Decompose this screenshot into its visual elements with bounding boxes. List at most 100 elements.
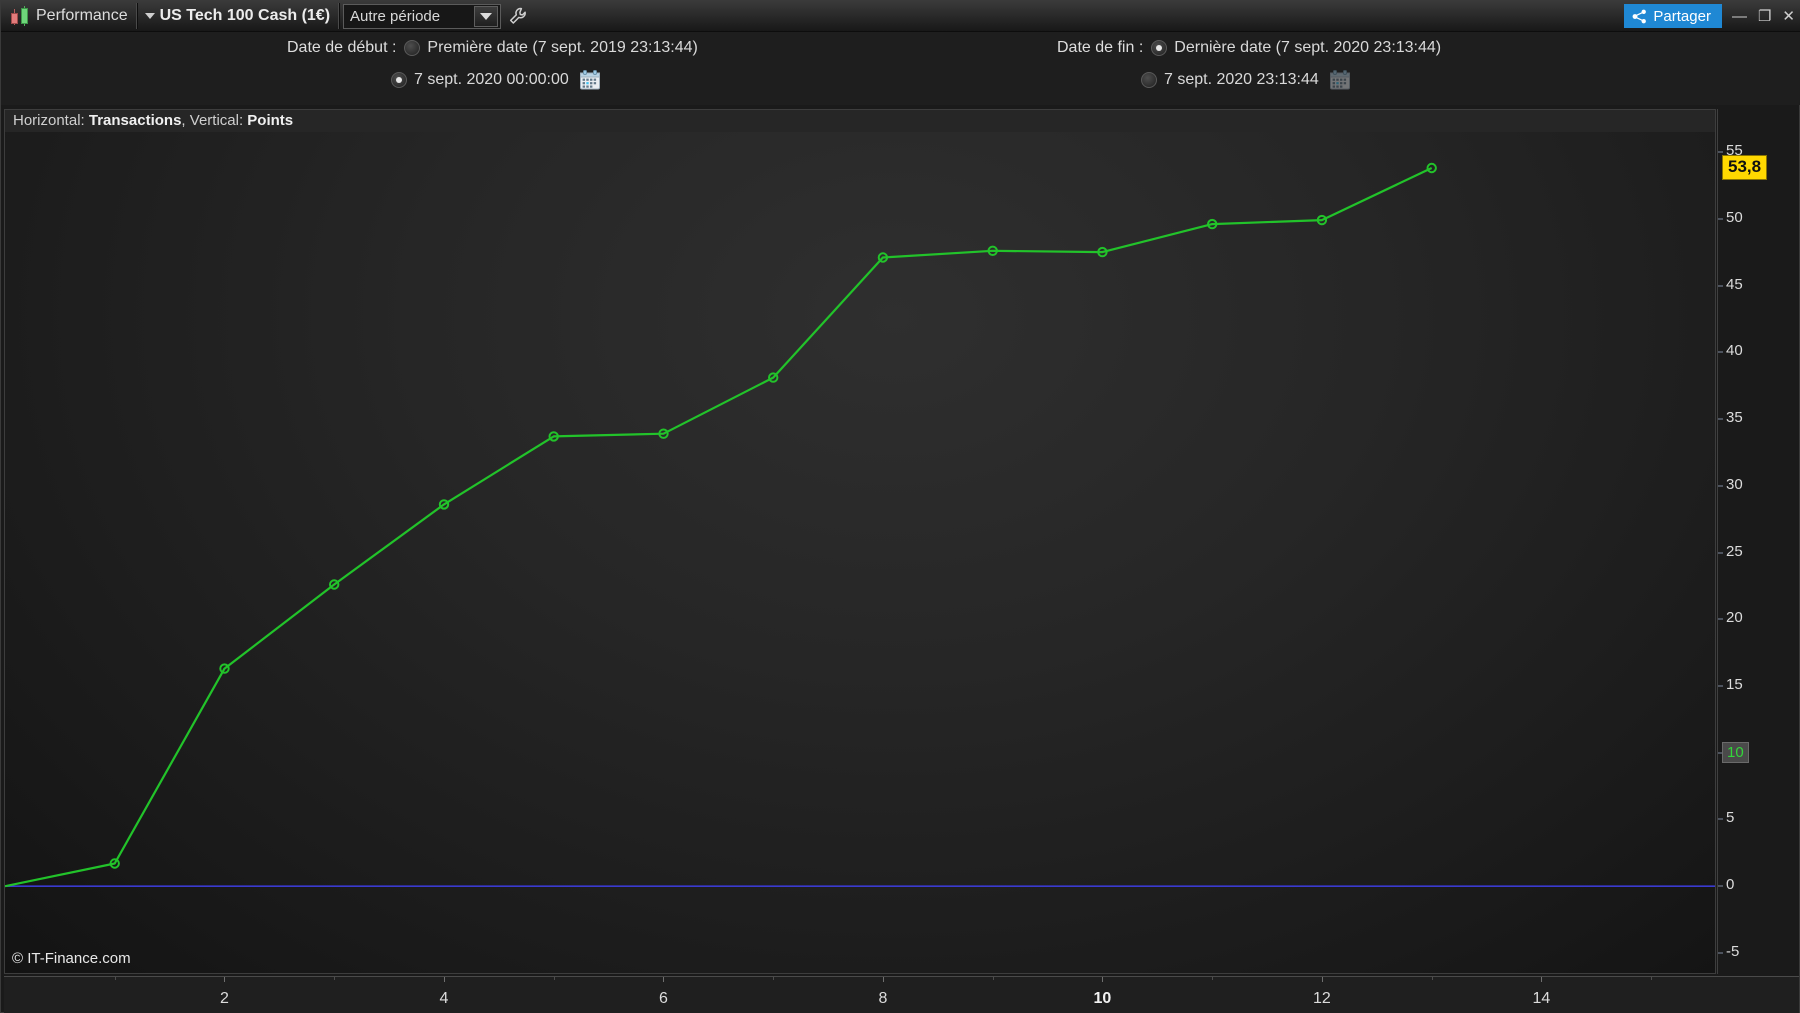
time-axis-tick-label: 8 [878,990,887,1008]
time-axis-tick-label: 4 [440,990,449,1008]
period-select-dropdown-button[interactable] [474,6,498,27]
calendar-icon [1329,70,1351,90]
value-axis-tick: 5 [1718,809,1734,829]
time-axis-tick-mark [224,977,225,982]
value-axis-tick: 0 [1718,876,1734,896]
value-axis-tick: 20 [1718,609,1743,629]
period-select[interactable]: Autre période [343,4,501,29]
start-date-first-row: Date de début : Première date (7 sept. 2… [287,35,698,61]
time-axis-tick-mark [444,977,445,982]
time-axis-minor-tick [554,977,555,980]
value-axis-tick-label: 15 [1726,676,1743,693]
time-axis-tick-label: 2 [220,990,229,1008]
series-line [5,168,1432,886]
value-axis-tick: 45 [1718,276,1743,296]
value-axis-tick: 40 [1718,342,1743,362]
horizontal-axis-prefix: Horizontal: [13,112,85,129]
vertical-axis-prefix: Vertical: [190,112,243,129]
time-axis-minor-tick [1651,977,1652,980]
value-axis-tick-label: -5 [1726,943,1739,960]
tick-mark [1718,419,1723,420]
marker-value-badge: 10 [1722,742,1749,763]
close-button[interactable]: ✕ [1782,9,1795,24]
tick-mark [1718,886,1723,887]
app-title: Performance [36,7,128,25]
time-axis-minor-tick [1212,977,1213,980]
end-date-last-radio[interactable] [1151,40,1167,56]
tick-mark [1718,952,1723,953]
end-date-group: Date de fin : Dernière date (7 sept. 202… [1057,35,1441,93]
tick-mark [1718,218,1723,219]
share-button[interactable]: Partager [1624,4,1722,28]
time-axis-tick-mark [1102,977,1103,982]
time-axis-minor-tick [115,977,116,980]
end-date-last-label: Dernière date (7 sept. 2020 23:13:44) [1174,39,1441,57]
tick-mark [1718,619,1723,620]
value-axis-tick: 30 [1718,476,1743,496]
time-axis-tick-label: 10 [1094,990,1112,1008]
chart-axis-info: Horizontal: Transactions, Vertical: Poin… [5,110,1715,132]
copyright-label: © IT-Finance.com [12,950,131,967]
end-date-custom-row: 7 sept. 2020 23:13:44 [1141,67,1441,93]
period-selector-cell: Autre période [339,1,533,32]
time-axis-tick-mark [883,977,884,982]
axis-info-separator: , [181,112,189,129]
value-axis-tick-label: 20 [1726,609,1743,626]
settings-button[interactable] [505,4,531,29]
minimize-button[interactable]: — [1732,9,1747,24]
end-date-last-row: Date de fin : Dernière date (7 sept. 202… [1057,35,1441,61]
time-axis-tick-label: 12 [1313,990,1331,1008]
last-value-badge: 53,8 [1722,155,1767,180]
tick-mark [1718,552,1723,553]
instrument-selector[interactable]: US Tech 100 Cash (1€) [137,1,338,32]
end-date-custom-radio[interactable] [1141,72,1157,88]
value-axis-tick-label: 30 [1726,476,1743,493]
time-axis-tick-mark [663,977,664,982]
chart-plot-area[interactable]: © IT-Finance.com [5,132,1716,973]
restore-button[interactable]: ❐ [1758,9,1771,24]
series-0 [5,164,1436,886]
value-axis-tick: 50 [1718,209,1743,229]
titlebar-right-controls: Partager — ❐ ✕ [1624,4,1800,28]
time-axis-minor-tick [993,977,994,980]
value-axis-tick-label: 5 [1726,809,1734,826]
value-axis-tick-label: 40 [1726,342,1743,359]
date-range-toolbar: Date de début : Première date (7 sept. 2… [1,32,1800,105]
tick-mark [1718,485,1723,486]
start-date-custom-radio[interactable] [391,72,407,88]
start-date-custom-value: 7 sept. 2020 00:00:00 [414,71,569,89]
value-axis[interactable]: 5550454035302520151050-5 53,8 10 [1717,109,1799,974]
end-date-custom-value: 7 sept. 2020 23:13:44 [1164,71,1319,89]
period-select-value: Autre période [350,8,440,25]
value-axis-tick-label: 45 [1726,276,1743,293]
chart-svg [5,132,1716,973]
candlestick-icon [9,6,31,26]
instrument-name: US Tech 100 Cash (1€) [160,7,330,25]
value-axis-tick-label: 0 [1726,876,1734,893]
start-date-custom-row: 7 sept. 2020 00:00:00 [391,67,698,93]
start-date-first-label: Première date (7 sept. 2019 23:13:44) [427,39,697,57]
time-axis-tick-label: 14 [1533,990,1551,1008]
value-axis-tick-label: 25 [1726,543,1743,560]
end-date-calendar-button[interactable] [1329,70,1351,90]
chart-panel[interactable]: Horizontal: Transactions, Vertical: Poin… [4,109,1716,974]
tick-mark [1718,152,1723,153]
value-axis-tick: 35 [1718,409,1743,429]
time-axis-minor-tick [1432,977,1433,980]
time-axis-minor-tick [334,977,335,980]
performance-window: Performance US Tech 100 Cash (1€) Autre … [0,0,1800,1013]
app-identity: Performance [1,1,136,32]
tick-mark [1718,285,1723,286]
start-date-first-radio[interactable] [404,40,420,56]
vertical-axis-value: Points [247,112,293,129]
wrench-icon [508,6,528,26]
window-titlebar: Performance US Tech 100 Cash (1€) Autre … [1,1,1800,32]
share-button-label: Partager [1653,8,1711,25]
calendar-icon [579,70,601,90]
value-axis-tick: 25 [1718,543,1743,563]
time-axis[interactable]: 2 4 6 8 10 12 14 [4,976,1799,1013]
horizontal-axis-value: Transactions [89,112,182,129]
time-axis-tick-label: 6 [659,990,668,1008]
start-date-calendar-button[interactable] [579,70,601,90]
share-icon [1632,9,1647,24]
